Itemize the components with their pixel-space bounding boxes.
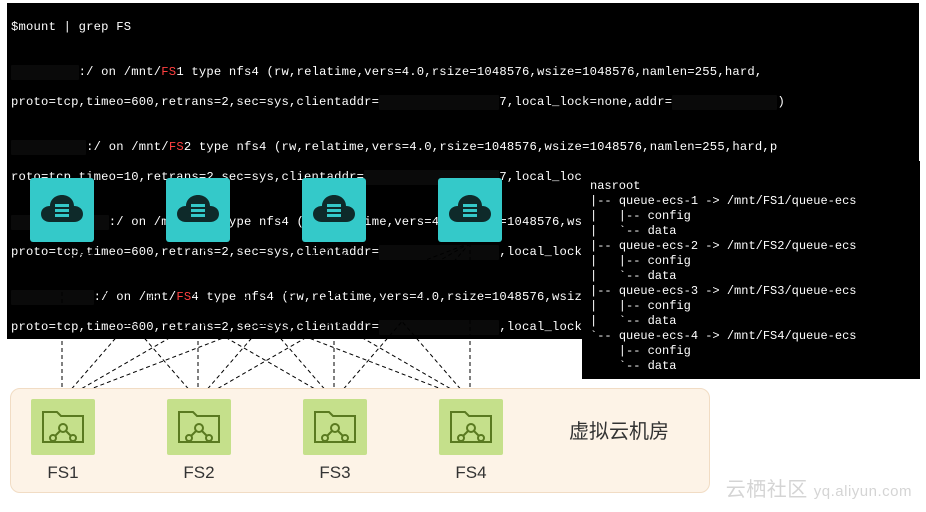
fs-row: FS1 FS2 FS3 FS4 xyxy=(31,399,503,483)
cloud-server-icon xyxy=(166,178,230,242)
fs-node: FS1 xyxy=(31,399,95,483)
shared-folder-icon xyxy=(439,399,503,455)
redacted-host xyxy=(11,65,79,80)
fs-label: FS1 xyxy=(47,463,78,483)
watermark-url: yq.aliyun.com xyxy=(814,483,912,500)
shared-folder-icon xyxy=(303,399,367,455)
fs-label: FS2 xyxy=(183,463,214,483)
tree-root: nasroot xyxy=(590,179,640,193)
cloud-node-row xyxy=(30,178,570,242)
tree-line: |-- xyxy=(590,194,619,208)
fs1-highlight: FS xyxy=(161,65,176,79)
fs-node: FS3 xyxy=(303,399,367,483)
cloud-server-icon xyxy=(438,178,502,242)
redacted-ip xyxy=(379,95,499,110)
cloud-server-icon xyxy=(302,178,366,242)
fs-node: FS4 xyxy=(439,399,503,483)
watermark: 云栖社区 yq.aliyun.com xyxy=(726,473,912,502)
fs-node: FS2 xyxy=(167,399,231,483)
fs-label: FS4 xyxy=(455,463,486,483)
shared-folder-icon xyxy=(167,399,231,455)
shell-prompt: $mount | grep FS xyxy=(11,20,131,34)
shared-folder-icon xyxy=(31,399,95,455)
fs-label: FS3 xyxy=(319,463,350,483)
box-title: 虚拟云机房 xyxy=(569,415,669,444)
fs2-highlight: FS xyxy=(169,140,184,154)
virtual-cloud-room-box: FS1 FS2 FS3 FS4 虚拟云机房 xyxy=(10,388,710,493)
cloud-server-icon xyxy=(30,178,94,242)
terminal-tree-output: nasroot |-- queue-ecs-1 -> /mnt/FS1/queu… xyxy=(582,161,920,379)
watermark-text: 云栖社区 xyxy=(726,479,808,501)
redacted-host xyxy=(11,140,86,155)
redacted-ip xyxy=(672,95,777,110)
architecture-diagram: FS1 FS2 FS3 FS4 虚拟云机房 xyxy=(0,158,580,508)
